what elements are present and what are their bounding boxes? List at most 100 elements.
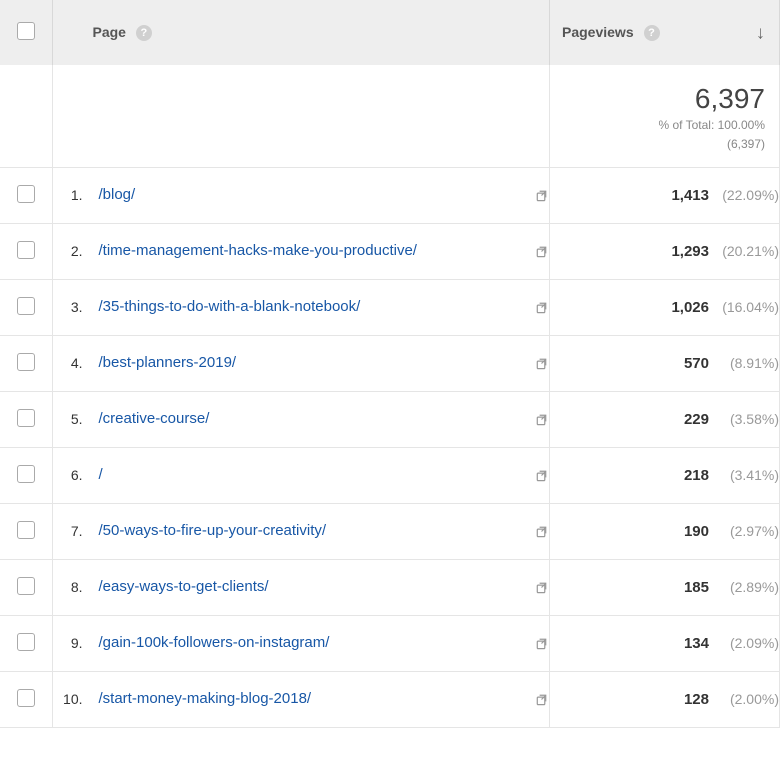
pageviews-percent: (2.89%) — [717, 579, 779, 595]
page-link[interactable]: /creative-course/ — [99, 409, 525, 429]
table-row: 7. /50-ways-to-fire-up-your-creativity/19… — [0, 503, 780, 559]
pageviews-cell: 218(3.41%) — [550, 447, 780, 503]
page-link[interactable]: /time-management-hacks-make-you-producti… — [99, 241, 525, 261]
pageviews-value: 1,413 — [671, 187, 709, 204]
row-checkbox[interactable] — [17, 353, 35, 371]
page-content: 5. /creative-course/ — [53, 409, 550, 429]
row-number: 4. — [53, 355, 83, 371]
row-checkbox-cell — [0, 615, 52, 671]
table-row: 9./gain-100k-followers-on-instagram/134(… — [0, 615, 780, 671]
row-number: 7. — [53, 523, 83, 539]
page-link[interactable]: /gain-100k-followers-on-instagram/ — [99, 633, 525, 653]
table-row: 1./blog/1,413 (22.09%) — [0, 167, 780, 223]
help-icon[interactable]: ? — [136, 25, 152, 41]
row-checkbox[interactable] — [17, 577, 35, 595]
row-checkbox[interactable] — [17, 297, 35, 315]
summary-row: 6,397 % of Total: 100.00% (6,397) — [0, 65, 780, 167]
table-row: 3./35-things-to-do-with-a-blank-notebook… — [0, 279, 780, 335]
row-checkbox[interactable] — [17, 633, 35, 651]
pageviews-percent: (2.97%) — [717, 523, 779, 539]
row-checkbox[interactable] — [17, 409, 35, 427]
page-link[interactable]: /50-ways-to-fire-up-your-creativity/ — [99, 521, 525, 541]
pageviews-cell: 134(2.09%) — [550, 615, 780, 671]
pageviews-percent: (16.04%) — [717, 299, 779, 315]
page-content: 2. /time-management-hacks-make-you-produc… — [53, 241, 550, 261]
page-cell: 2. /time-management-hacks-make-you-produc… — [52, 223, 550, 279]
external-link-icon[interactable] — [534, 244, 549, 259]
table-row: 8./easy-ways-to-get-clients/185(2.89%) — [0, 559, 780, 615]
pageviews-percent: (22.09%) — [717, 187, 779, 203]
page-content: 10./start-money-making-blog-2018/ — [53, 689, 550, 709]
help-icon[interactable]: ? — [644, 25, 660, 41]
row-number: 2. — [53, 243, 83, 259]
table-row: 2. /time-management-hacks-make-you-produc… — [0, 223, 780, 279]
pageviews-cell: 185(2.89%) — [550, 559, 780, 615]
pageviews-percent: (8.91%) — [717, 355, 779, 371]
row-number: 6. — [53, 467, 83, 483]
select-all-header — [0, 0, 52, 65]
pageviews-percent: (3.58%) — [717, 411, 779, 427]
external-link-icon[interactable] — [534, 636, 549, 651]
external-link-icon[interactable] — [534, 524, 549, 539]
row-checkbox[interactable] — [17, 521, 35, 539]
page-link[interactable]: /easy-ways-to-get-clients/ — [99, 577, 525, 597]
row-checkbox[interactable] — [17, 465, 35, 483]
pageviews-cell: 1,293(20.21%) — [550, 223, 780, 279]
page-cell: 3./35-things-to-do-with-a-blank-notebook… — [52, 279, 550, 335]
page-content: 8./easy-ways-to-get-clients/ — [53, 577, 550, 597]
pageviews-percent: (2.00%) — [717, 691, 779, 707]
page-column-header[interactable]: Page ? — [52, 0, 550, 65]
pageviews-percent: (2.09%) — [717, 635, 779, 651]
pageviews-header-label: Pageviews — [562, 24, 634, 40]
external-link-icon[interactable] — [534, 412, 549, 427]
summary-total-sub: (6,397) — [564, 136, 765, 153]
page-cell: 1./blog/ — [52, 167, 550, 223]
row-checkbox-cell — [0, 223, 52, 279]
summary-cell: 6,397 % of Total: 100.00% (6,397) — [550, 65, 780, 167]
row-checkbox-cell — [0, 335, 52, 391]
pageviews-value: 1,026 — [671, 299, 709, 316]
page-link[interactable]: /blog/ — [99, 185, 525, 205]
pageviews-value: 128 — [684, 691, 709, 708]
page-cell: 8./easy-ways-to-get-clients/ — [52, 559, 550, 615]
sort-arrow-down-icon[interactable]: ↓ — [756, 22, 765, 43]
row-checkbox-cell — [0, 279, 52, 335]
page-cell: 9./gain-100k-followers-on-instagram/ — [52, 615, 550, 671]
external-link-icon[interactable] — [534, 300, 549, 315]
table-row: 5./creative-course/229(3.58%) — [0, 391, 780, 447]
page-header-label: Page — [93, 24, 126, 40]
page-content: 9./gain-100k-followers-on-instagram/ — [53, 633, 550, 653]
pageviews-column-header[interactable]: Pageviews ? ↓ — [550, 0, 780, 65]
row-checkbox-cell — [0, 391, 52, 447]
row-number: 5. — [53, 411, 83, 427]
page-link[interactable]: /35-things-to-do-with-a-blank-notebook/ — [99, 297, 525, 317]
page-content: 1./blog/ — [53, 185, 550, 205]
page-content: 3./35-things-to-do-with-a-blank-notebook… — [53, 297, 550, 317]
pageviews-cell: 570(8.91%) — [550, 335, 780, 391]
table-row: 10./start-money-making-blog-2018/128 (2.0… — [0, 671, 780, 727]
select-all-checkbox[interactable] — [17, 22, 35, 40]
pageviews-cell: 1,413 (22.09%) — [550, 167, 780, 223]
row-checkbox[interactable] — [17, 689, 35, 707]
row-checkbox-cell — [0, 559, 52, 615]
page-cell: 7. /50-ways-to-fire-up-your-creativity/ — [52, 503, 550, 559]
external-link-icon[interactable] — [534, 188, 549, 203]
page-cell: 6. / — [52, 447, 550, 503]
pageviews-value: 190 — [684, 523, 709, 540]
external-link-icon[interactable] — [534, 692, 549, 707]
header-row: Page ? Pageviews ? ↓ — [0, 0, 780, 65]
page-cell: 10./start-money-making-blog-2018/ — [52, 671, 550, 727]
summary-empty — [52, 65, 550, 167]
page-link[interactable]: / — [99, 465, 525, 485]
row-checkbox[interactable] — [17, 241, 35, 259]
external-link-icon[interactable] — [534, 580, 549, 595]
external-link-icon[interactable] — [534, 356, 549, 371]
row-checkbox-cell — [0, 671, 52, 727]
external-link-icon[interactable] — [534, 468, 549, 483]
row-checkbox[interactable] — [17, 185, 35, 203]
pageviews-cell: 1,026 (16.04%) — [550, 279, 780, 335]
summary-empty — [0, 65, 52, 167]
page-link[interactable]: /best-planners-2019/ — [99, 353, 525, 373]
page-link[interactable]: /start-money-making-blog-2018/ — [99, 689, 525, 709]
summary-total: 6,397 — [564, 83, 765, 115]
